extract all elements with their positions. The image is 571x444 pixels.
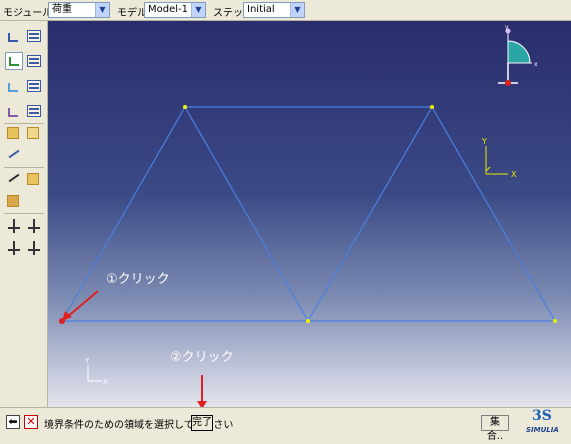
annotation-1: ①クリック [106, 272, 170, 287]
load-manager-icon[interactable] [25, 27, 43, 45]
node[interactable] [553, 319, 557, 323]
view-compass-icon[interactable] [498, 28, 532, 87]
truss-member[interactable] [431, 106, 556, 322]
predefined-field-manager-icon[interactable] [25, 77, 43, 95]
node[interactable] [430, 105, 434, 109]
edit-icon[interactable] [5, 147, 23, 165]
field-manager-icon[interactable] [25, 125, 43, 143]
cancel-icon[interactable]: ✕ [24, 415, 38, 429]
compass-y-label: y [505, 24, 509, 31]
toolbar-divider [4, 167, 44, 168]
datum-csys-triad[interactable] [485, 146, 508, 175]
amplitude-icon[interactable] [25, 171, 43, 189]
chevron-down-icon[interactable]: ▼ [290, 3, 304, 17]
load-case-manager-icon[interactable] [25, 102, 43, 120]
viewport[interactable]: ①クリック ②クリック Y X Y X y x [48, 21, 571, 407]
chevron-down-icon[interactable]: ▼ [191, 3, 205, 17]
context-toolbar: モジュール 荷重 ▼ モデル Model-1 ▼ ステップ Initial ▼ [0, 0, 571, 21]
module-label: モジュール [3, 8, 53, 19]
select-icon[interactable] [5, 171, 23, 189]
module-select[interactable]: 荷重 ▼ [48, 2, 110, 18]
simulia-logo: 3S SIMULIA [526, 408, 566, 436]
step-select[interactable]: Initial ▼ [243, 2, 305, 18]
done-button[interactable]: 完了 [191, 415, 213, 431]
tool-palette [0, 21, 48, 407]
create-load-case-icon[interactable] [5, 102, 23, 120]
ds-logo-icon: 3S [532, 408, 552, 424]
model-select[interactable]: Model-1 ▼ [144, 2, 206, 18]
chevron-down-icon[interactable]: ▼ [95, 3, 109, 17]
create-predefined-field-icon[interactable] [5, 77, 23, 95]
bc-manager-icon[interactable] [25, 52, 43, 70]
mini-triad-x-label: X [103, 378, 108, 386]
node[interactable] [183, 105, 187, 109]
analytical-field-icon[interactable] [5, 193, 23, 211]
truss-member[interactable] [61, 106, 186, 322]
toolbar-divider [4, 123, 44, 124]
model-canvas[interactable]: ①クリック ②クリック Y X Y X y x [48, 21, 571, 407]
triad-y-label: Y [481, 137, 487, 146]
triad-x-label: X [511, 170, 517, 179]
view-triad [87, 365, 102, 382]
datum-axis-icon[interactable] [25, 217, 43, 235]
truss-member[interactable] [307, 106, 433, 322]
annotation-2: ②クリック [170, 350, 234, 365]
prompt-area: ⬅ ✕ 境界条件のための領域を選択してください 完了 集合.. 3S SIMUL… [0, 407, 571, 442]
model-label: モデル [117, 8, 147, 19]
logo-text: SIMULIA [526, 426, 559, 434]
truss-member[interactable] [184, 106, 309, 322]
rotate-csys-icon[interactable] [25, 239, 43, 257]
field-icon[interactable] [5, 125, 23, 143]
toolbar-divider [4, 213, 44, 214]
set-button[interactable]: 集合.. [481, 415, 509, 442]
compass-x-label: x [534, 61, 538, 68]
transform-icon[interactable] [5, 239, 23, 257]
create-load-icon[interactable] [5, 27, 23, 45]
node[interactable] [306, 319, 310, 323]
mini-triad-y-label: Y [84, 357, 90, 365]
back-arrow-icon[interactable]: ⬅ [6, 415, 20, 429]
csys-icon[interactable] [5, 217, 23, 235]
create-bc-icon[interactable] [5, 52, 23, 70]
